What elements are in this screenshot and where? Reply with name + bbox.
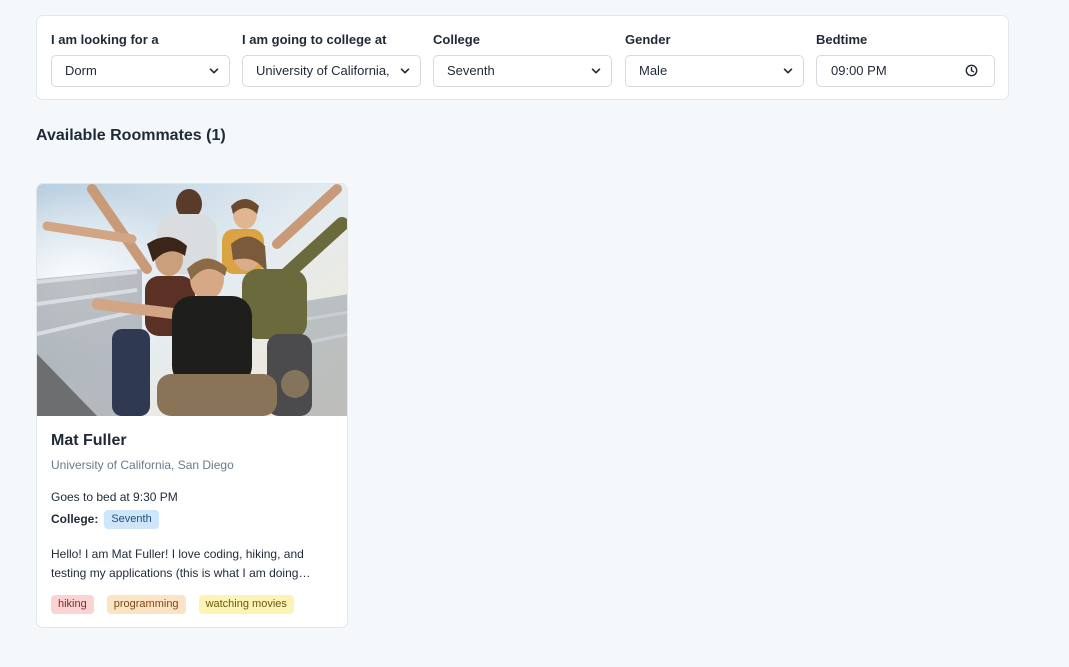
interest-tag: programming — [106, 595, 186, 614]
filter-label-gender: Gender — [625, 32, 671, 47]
roommate-photo — [37, 184, 347, 416]
chevron-down-icon — [783, 66, 793, 76]
filter-looking-for: I am looking for a Dorm — [51, 32, 230, 87]
chevron-down-icon — [591, 66, 601, 76]
filter-label-college: College — [433, 32, 480, 47]
roommate-card-body: Mat Fuller University of California, San… — [51, 431, 333, 614]
gender-select[interactable]: Male — [625, 55, 804, 87]
college-label: College: — [51, 512, 99, 526]
results-heading: Available Roommates (1) — [36, 127, 226, 144]
college-at-value: University of California, San Diego — [256, 63, 392, 78]
roommate-bedtime: Goes to bed at 9:30 PM — [51, 490, 178, 504]
gender-value: Male — [639, 63, 668, 78]
college-select[interactable]: Seventh — [433, 55, 612, 87]
college-value: Seventh — [447, 63, 495, 78]
filter-bar: I am looking for a Dorm I am going to co… — [36, 15, 1009, 100]
clock-icon[interactable] — [965, 64, 978, 77]
chevron-down-icon — [400, 66, 410, 76]
roommate-card[interactable]: Mat Fuller University of California, San… — [36, 183, 348, 628]
chevron-down-icon — [209, 66, 219, 76]
bedtime-input[interactable]: 09:00 PM — [816, 55, 995, 87]
filter-college: College Seventh — [433, 32, 612, 87]
filter-label-bedtime: Bedtime — [816, 32, 868, 47]
filter-label-college-at: I am going to college at — [242, 32, 387, 47]
filter-label-looking-for: I am looking for a — [51, 32, 159, 47]
roommate-school: University of California, San Diego — [51, 458, 234, 472]
interest-tag: watching movies — [198, 595, 294, 614]
roommate-bio: Hello! I am Mat Fuller! I love coding, h… — [51, 547, 311, 580]
roommate-name: Mat Fuller — [51, 432, 127, 449]
filter-bedtime: Bedtime 09:00 PM — [816, 32, 995, 87]
looking-for-value: Dorm — [65, 63, 97, 78]
bedtime-value: 09:00 PM — [831, 63, 887, 78]
looking-for-select[interactable]: Dorm — [51, 55, 230, 87]
filter-college-at: I am going to college at University of C… — [242, 32, 421, 87]
filter-gender: Gender Male — [625, 32, 804, 87]
college-badge: Seventh — [104, 509, 159, 529]
interest-tag: hiking — [51, 595, 94, 614]
college-at-select[interactable]: University of California, San Diego — [242, 55, 421, 87]
interest-tags: hiking programming watching movies — [51, 595, 333, 614]
roommate-college-row: College: Seventh — [51, 509, 333, 529]
